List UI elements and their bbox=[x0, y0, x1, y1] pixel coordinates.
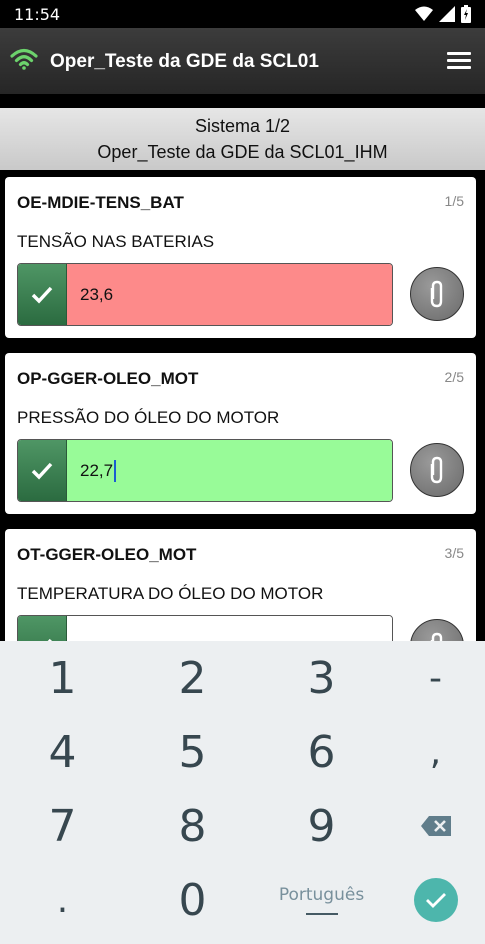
enter-circle bbox=[413, 878, 458, 922]
menu-button[interactable] bbox=[447, 52, 471, 70]
key-4[interactable]: 4 bbox=[2, 715, 123, 789]
card-code: OT-GGER-OLEO_MOT bbox=[17, 545, 197, 564]
value-box: 23,6 bbox=[17, 263, 393, 326]
backspace-icon bbox=[420, 816, 451, 836]
measurement-card: OT-GGER-OLEO_MOT 3/5 TEMPERATURA DO ÓLEO… bbox=[5, 529, 476, 641]
system-header: Sistema 1/2 Oper_Teste da GDE da SCL01_I… bbox=[0, 108, 485, 170]
card-counter: 1/5 bbox=[444, 193, 464, 209]
wifi-logo-icon bbox=[10, 48, 38, 70]
menu-icon bbox=[447, 52, 471, 55]
content-area[interactable]: Sistema 1/2 Oper_Teste da GDE da SCL01_I… bbox=[0, 94, 485, 641]
paperclip-icon bbox=[430, 456, 443, 484]
measurement-card: OE-MDIE-TENS_BAT 1/5 TENSÃO NAS BATERIAS… bbox=[5, 177, 476, 338]
language-switch[interactable]: Português bbox=[261, 863, 382, 937]
value-box bbox=[17, 615, 393, 641]
key-7[interactable]: 7 bbox=[2, 789, 123, 863]
card-description: PRESSÃO DO ÓLEO DO MOTOR bbox=[17, 408, 280, 427]
wifi-status-icon bbox=[415, 6, 433, 21]
paperclip-icon bbox=[430, 632, 443, 641]
key-1[interactable]: 1 bbox=[2, 641, 123, 715]
text-cursor bbox=[114, 459, 117, 482]
card-counter: 2/5 bbox=[444, 369, 464, 385]
language-indicator bbox=[305, 913, 338, 915]
key-9[interactable]: 9 bbox=[261, 789, 382, 863]
card-description: TENSÃO NAS BATERIAS bbox=[17, 232, 215, 251]
enter-button[interactable] bbox=[375, 863, 485, 937]
card-counter: 3/5 bbox=[444, 545, 464, 561]
check-icon bbox=[31, 462, 53, 480]
value-input[interactable]: 23,6 bbox=[67, 264, 392, 325]
key-comma[interactable]: , bbox=[375, 715, 485, 789]
app-bar: Oper_Teste da GDE da SCL01 bbox=[0, 28, 485, 94]
key-2[interactable]: 2 bbox=[132, 641, 253, 715]
key-minus[interactable]: - bbox=[375, 641, 485, 715]
card-description: TEMPERATURA DO ÓLEO DO MOTOR bbox=[17, 584, 324, 603]
value-input[interactable]: 22,7 bbox=[67, 440, 392, 501]
backspace-button[interactable] bbox=[375, 789, 485, 863]
status-icons bbox=[415, 5, 471, 23]
key-5[interactable]: 5 bbox=[132, 715, 253, 789]
value-input[interactable] bbox=[67, 616, 392, 641]
language-label: Português bbox=[278, 885, 365, 905]
key-6[interactable]: 6 bbox=[261, 715, 382, 789]
status-bar: 11:54 bbox=[0, 0, 485, 28]
check-icon bbox=[425, 893, 446, 908]
confirm-button[interactable] bbox=[18, 440, 67, 501]
app-title: Oper_Teste da GDE da SCL01 bbox=[50, 51, 319, 72]
attach-button[interactable] bbox=[410, 443, 464, 497]
check-icon bbox=[31, 286, 53, 304]
battery-icon bbox=[461, 5, 471, 23]
attach-button[interactable] bbox=[410, 267, 464, 321]
key-period[interactable]: . bbox=[2, 863, 123, 937]
card-code: OE-MDIE-TENS_BAT bbox=[17, 193, 184, 212]
system-subtitle: Oper_Teste da GDE da SCL01_IHM bbox=[97, 142, 388, 162]
key-8[interactable]: 8 bbox=[132, 789, 253, 863]
value-text: 22,7 bbox=[80, 460, 114, 480]
key-0[interactable]: 0 bbox=[132, 863, 253, 937]
attach-button[interactable] bbox=[410, 619, 464, 641]
value-text: 23,6 bbox=[80, 284, 114, 304]
confirm-button[interactable] bbox=[18, 264, 67, 325]
paperclip-icon bbox=[430, 280, 443, 308]
confirm-button[interactable] bbox=[18, 616, 67, 641]
signal-icon bbox=[439, 6, 455, 22]
status-time: 11:54 bbox=[14, 5, 61, 24]
system-title: Sistema 1/2 bbox=[194, 116, 291, 136]
card-code: OP-GGER-OLEO_MOT bbox=[17, 369, 199, 388]
key-3[interactable]: 3 bbox=[261, 641, 382, 715]
value-box: 22,7 bbox=[17, 439, 393, 502]
measurement-card: OP-GGER-OLEO_MOT 2/5 PRESSÃO DO ÓLEO DO … bbox=[5, 353, 476, 514]
numeric-keyboard: 1 2 3 - 4 5 6 , 7 8 9 . 0 Português bbox=[0, 641, 485, 944]
